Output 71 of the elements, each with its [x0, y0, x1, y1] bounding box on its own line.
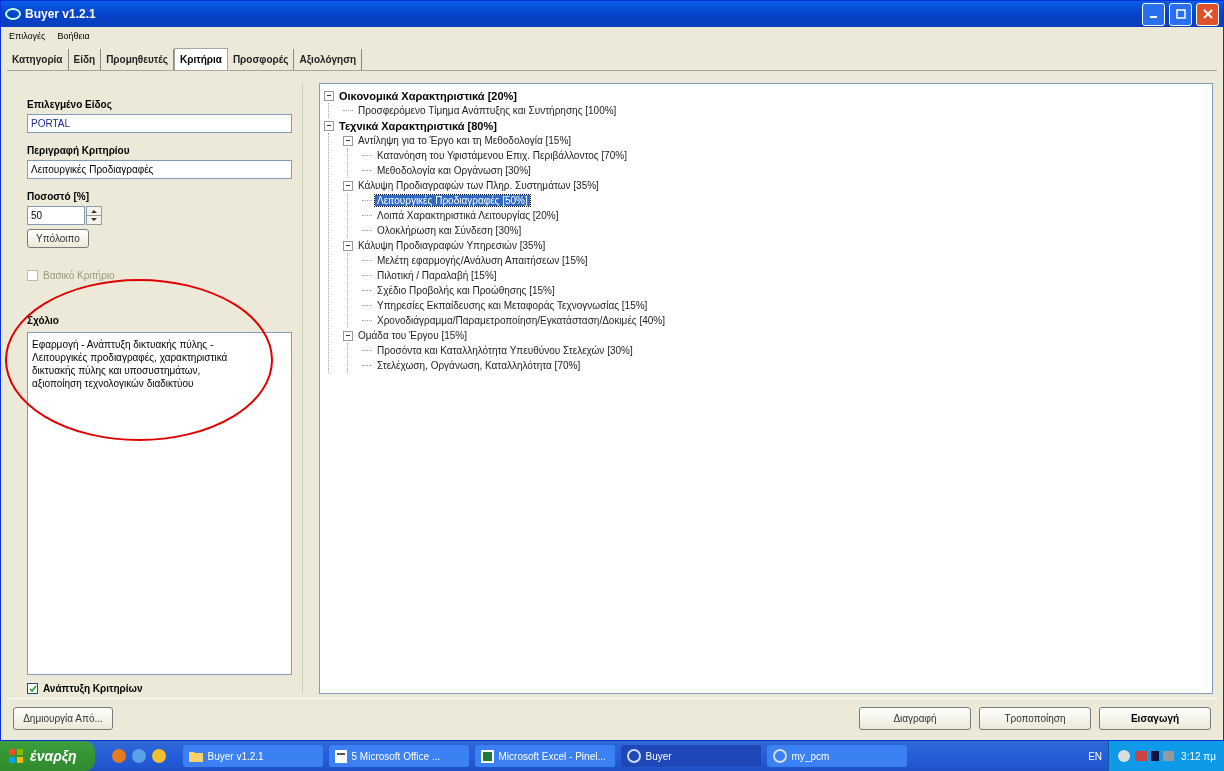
app-icon — [772, 749, 787, 763]
tree-item[interactable]: Στελέχωση, Οργάνωση, Καταλληλότητα [70%] — [375, 360, 583, 371]
start-button[interactable]: έναρξη — [0, 741, 95, 771]
tree-item[interactable]: Τεχνικά Χαρακτηριστικά [80%] — [337, 119, 499, 132]
tree-item[interactable]: Κάλυψη Προδιαγραφών των Πληρ. Συστημάτων [35%] — [356, 180, 601, 191]
action-button[interactable]: Τροποποίηση — [979, 707, 1091, 730]
flag-icon — [8, 748, 24, 764]
tree-item[interactable]: Πιλοτική / Παραλαβή [15%] — [375, 270, 499, 281]
field-label: Επιλεγμένο Είδος — [27, 99, 113, 110]
minimize-button[interactable] — [1142, 2, 1165, 26]
tree-item[interactable]: Προσόντα και Καταλληλότητα Υπευθύνου Στελεχών [30%] — [375, 345, 635, 356]
tree-item[interactable]: Χρονοδιάγραμμα/Παραμετροποίηση/Εγκατάσταση/Δοκιμές [40%] — [375, 315, 667, 326]
field-label: Σχόλιο — [27, 315, 60, 326]
taskbar-button[interactable]: 5 Microsoft Office ... — [328, 745, 469, 767]
taskbar-button[interactable]: Microsoft Excel - Pinel... — [474, 745, 615, 767]
tree-item[interactable]: Προσφερόμενο Τίμημα Ανάπτυξης και Συντήρησης [100%] — [356, 105, 619, 116]
tree-item[interactable]: Ομάδα του Έργου [15%] — [356, 330, 469, 341]
tree-item[interactable]: Ολοκλήρωση και Σύνδεση [30%] — [375, 225, 524, 236]
clock: 3:12 πμ — [1181, 750, 1216, 762]
tab[interactable]: Αξιολόγηση — [294, 49, 363, 70]
language-indicator[interactable]: EN — [1088, 750, 1103, 762]
action-button[interactable]: Δημιουργία Από... — [13, 707, 113, 730]
action-button[interactable]: Διαγραφή — [859, 707, 971, 730]
collapse-icon[interactable] — [343, 180, 353, 191]
comment-field[interactable]: Εφαρμογή - Ανάπτυξη δικτυακής πύλης - Λειτουργικές προδιαγραφές, χαρακτηριστικά δικτυακής πύλης και υποσυστημάτων, αξιοποίηση τεχνολογικών διαδικτύου — [27, 332, 292, 675]
tab[interactable]: Κατηγορία — [7, 49, 69, 70]
collapse-icon[interactable] — [343, 240, 353, 251]
close-icon — [1202, 9, 1213, 19]
tree-item[interactable]: Μελέτη εφαρμογής/Ανάλυση Απαιτήσεων [15%] — [375, 255, 590, 266]
app-icon — [5, 7, 21, 21]
maximize-button[interactable] — [1169, 2, 1192, 26]
document-icon — [334, 749, 347, 763]
folder-icon — [188, 750, 203, 762]
tree-item[interactable]: Κατανόηση του Υφιστάμενου Επιχ. Περιβάλλοντος [70%] — [375, 150, 629, 161]
tree-item[interactable]: Λειτουργικές Προδιαγραφές [50%] — [375, 195, 530, 206]
action-button[interactable]: Εισαγωγή — [1099, 707, 1211, 730]
field-label: Ποσοστό [%] — [27, 191, 91, 202]
checkbox[interactable]: Ανάπτυξη Κριτηρίων — [27, 683, 292, 694]
menu-item[interactable]: Επιλογές — [9, 31, 46, 41]
tray-icons-drawing[interactable] — [1117, 749, 1176, 763]
percent-field[interactable]: 50 — [27, 206, 85, 225]
taskbar-button[interactable]: my_pcm — [766, 745, 907, 767]
taskbar-button[interactable]: Buyer — [620, 745, 761, 767]
tree-item[interactable]: Λοιπά Χαρακτηριστικά Λειτουργίας [20%] — [375, 210, 561, 221]
tree-item[interactable]: Υπηρεσίες Εκπαίδευσης και Μεταφοράς Τεχνογνωσίας [15%] — [375, 300, 650, 311]
spinner-arrows-icon[interactable] — [86, 206, 102, 225]
tree-item[interactable]: Σχέδιο Προβολής και Προώθησης [15%] — [375, 285, 557, 296]
minimize-icon — [1150, 16, 1157, 18]
tab[interactable]: Κριτήρια — [174, 48, 228, 70]
collapse-icon[interactable] — [343, 135, 353, 146]
maximize-icon — [1175, 9, 1186, 19]
tree-item[interactable]: Οικονομικά Χαρακτηριστικά [20%] — [337, 89, 520, 102]
collapse-icon[interactable] — [343, 330, 353, 341]
item-field[interactable]: PORTAL — [27, 114, 292, 133]
window-title: Buyer v1.2.1 — [25, 7, 97, 21]
collapse-icon[interactable] — [324, 90, 334, 101]
tab[interactable]: Προσφορές — [227, 49, 295, 70]
remainder-button[interactable]: Υπόλοιπο — [27, 229, 89, 248]
collapse-icon[interactable] — [324, 120, 334, 131]
spreadsheet-icon — [480, 749, 494, 763]
taskbar-button[interactable]: Buyer v1.2.1 — [182, 745, 323, 767]
checkmark-icon — [28, 684, 37, 693]
tree-item[interactable]: Κάλυψη Προδιαγραφών Υπηρεσιών [35%] — [356, 240, 548, 251]
description-field[interactable]: Λειτουργικές Προδιαγραφές — [27, 160, 292, 179]
tree-item[interactable]: Μεθοδολογία και Οργάνωση [30%] — [375, 165, 533, 176]
close-button[interactable] — [1196, 2, 1219, 26]
app-icon — [626, 749, 641, 763]
field-label: Περιγραφή Κριτηρίου — [27, 145, 131, 156]
menu-item[interactable]: Βοήθεια — [57, 31, 90, 41]
tab[interactable]: Είδη — [68, 49, 102, 70]
tree-item[interactable]: Αντίληψη για το Έργο και τη Μεθοδολογία [15%] — [356, 135, 574, 146]
